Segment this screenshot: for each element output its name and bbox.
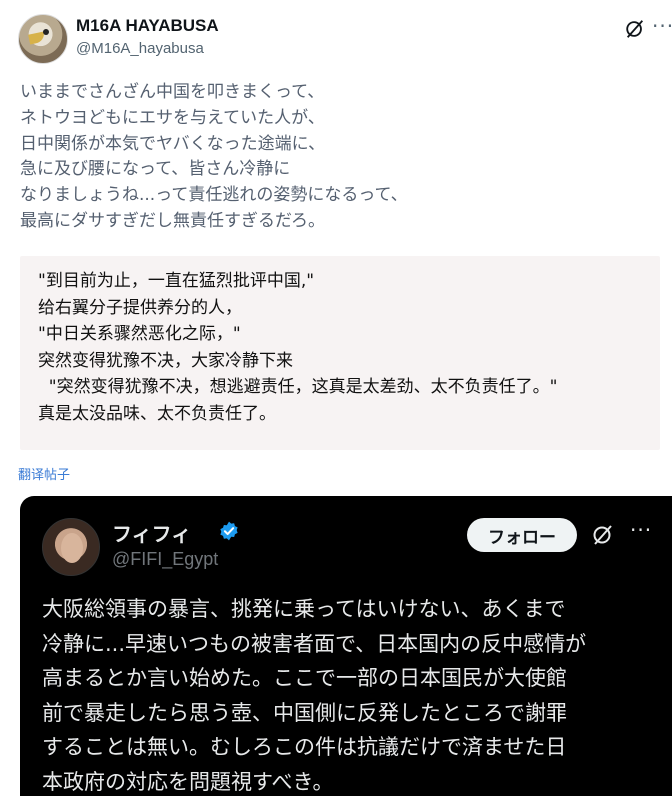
falcon-eye (43, 29, 49, 35)
quoted-post-text: 大阪総領事の暴言、挑発に乗ってはいけない、あくまで 冷静に...早速いつもの被害… (42, 597, 587, 794)
translation-text: "到目前为止，一直在猛烈批评中国," 给右翼分子提供养分的人， "中日关系骤然恶… (38, 271, 558, 424)
avatar-face (61, 533, 83, 563)
translation-box: "到目前为止，一直在猛烈批评中国," 给右翼分子提供养分的人， "中日关系骤然恶… (20, 256, 660, 450)
quoted-author-handle[interactable]: @FIFI_Egypt (112, 549, 218, 570)
translate-post-link[interactable]: 翻译帖子 (18, 464, 70, 483)
author-avatar[interactable] (18, 14, 68, 64)
more-icon[interactable]: ··· (652, 14, 672, 38)
grok-icon[interactable] (624, 18, 646, 40)
post-header: M16A HAYABUSA @M16A_hayabusa ··· (0, 0, 672, 70)
grok-icon[interactable] (591, 523, 615, 547)
verified-badge-icon (220, 521, 238, 541)
quoted-post[interactable]: フィフィ @FIFI_Egypt フォロー ··· 大阪総領事の暴言、挑発に乗っ… (20, 496, 672, 796)
author-handle[interactable]: @M16A_hayabusa (76, 40, 204, 57)
quoted-author-name[interactable]: フィフィ (112, 518, 191, 547)
follow-button[interactable]: フォロー (467, 518, 577, 552)
more-icon[interactable]: ··· (630, 518, 652, 542)
post-text: いままでさんざん中国を叩きまくって、 ネトウヨどもにエサを与えていた人が、 日中… (20, 82, 408, 231)
quoted-author-avatar[interactable] (42, 518, 100, 576)
author-name[interactable]: M16A HAYABUSA (76, 16, 219, 36)
